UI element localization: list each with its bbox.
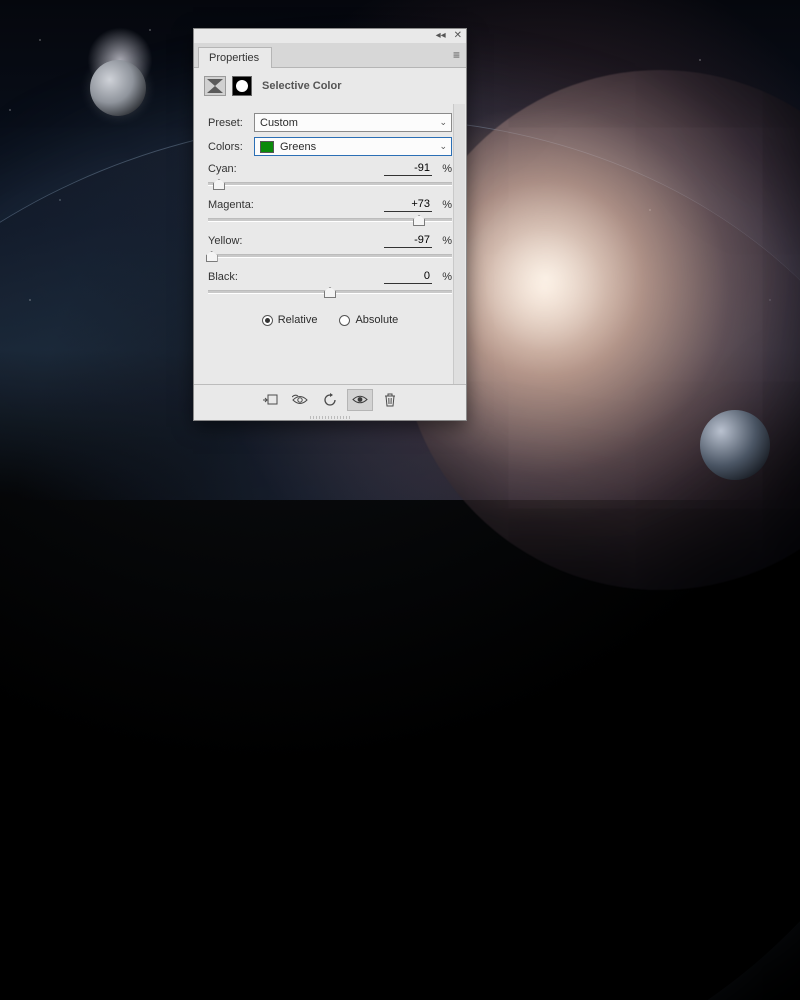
colors-select[interactable]: Greens ⌄ — [254, 137, 452, 156]
cyan-slider: Cyan: % — [208, 162, 452, 192]
preset-value: Custom — [260, 117, 298, 129]
magenta-slider: Magenta: % — [208, 198, 452, 228]
chevron-down-icon: ⌄ — [439, 141, 447, 152]
black-thumb[interactable] — [324, 287, 336, 298]
panel-body: Preset: Custom ⌄ Colors: Greens ⌄ Cyan: … — [194, 104, 466, 384]
panel-scrollbar[interactable] — [453, 104, 465, 384]
tab-properties[interactable]: Properties — [198, 47, 272, 68]
close-icon[interactable]: ✕ — [454, 31, 462, 41]
chevron-down-icon: ⌄ — [439, 117, 447, 128]
method-radios: Relative Absolute — [208, 314, 452, 326]
absolute-label: Absolute — [355, 314, 398, 326]
panel-tabs: Properties ≡ — [194, 43, 466, 68]
toggle-visibility-button[interactable] — [347, 389, 373, 411]
adjustment-header: Selective Color — [194, 68, 466, 104]
preset-select[interactable]: Custom ⌄ — [254, 113, 452, 132]
cyan-thumb[interactable] — [213, 179, 225, 190]
cyan-input[interactable] — [384, 162, 432, 176]
panel-resize-grip[interactable] — [194, 414, 466, 420]
colors-value: Greens — [280, 141, 316, 153]
background-planet-small — [700, 410, 770, 480]
panel-footer — [194, 384, 466, 414]
yellow-label: Yellow: — [208, 235, 384, 247]
clip-to-layer-button[interactable] — [257, 389, 283, 411]
adjustment-title: Selective Color — [262, 80, 341, 92]
relative-label: Relative — [278, 314, 318, 326]
yellow-track[interactable] — [208, 250, 452, 264]
colors-swatch — [260, 141, 274, 153]
colors-row: Colors: Greens ⌄ — [208, 137, 452, 156]
properties-panel: ◂◂ ✕ Properties ≡ Selective Color Preset… — [193, 28, 467, 421]
magenta-track[interactable] — [208, 214, 452, 228]
yellow-thumb[interactable] — [206, 251, 218, 262]
preset-row: Preset: Custom ⌄ — [208, 113, 452, 132]
colors-label: Colors: — [208, 141, 248, 153]
black-track[interactable] — [208, 286, 452, 300]
magenta-label: Magenta: — [208, 199, 384, 211]
cyan-track[interactable] — [208, 178, 452, 192]
magenta-input[interactable] — [384, 198, 432, 212]
yellow-input[interactable] — [384, 234, 432, 248]
yellow-unit: % — [438, 235, 452, 247]
cyan-label: Cyan: — [208, 163, 384, 175]
panel-titlebar[interactable]: ◂◂ ✕ — [194, 29, 466, 43]
preset-label: Preset: — [208, 117, 248, 129]
collapse-icon[interactable]: ◂◂ — [436, 31, 446, 41]
reset-button[interactable] — [317, 389, 343, 411]
relative-radio[interactable]: Relative — [262, 314, 318, 326]
black-input[interactable] — [384, 270, 432, 284]
cyan-unit: % — [438, 163, 452, 175]
radio-off-icon — [339, 315, 350, 326]
black-label: Black: — [208, 271, 384, 283]
layer-mask-icon[interactable] — [232, 76, 252, 96]
view-previous-state-button[interactable] — [287, 389, 313, 411]
magenta-unit: % — [438, 199, 452, 211]
black-unit: % — [438, 271, 452, 283]
magenta-thumb[interactable] — [413, 215, 425, 226]
panel-flyout-menu-icon[interactable]: ≡ — [453, 48, 460, 62]
radio-on-icon — [262, 315, 273, 326]
background-moon — [90, 60, 146, 116]
yellow-slider: Yellow: % — [208, 234, 452, 264]
absolute-radio[interactable]: Absolute — [339, 314, 398, 326]
delete-adjustment-button[interactable] — [377, 389, 403, 411]
selective-color-icon[interactable] — [204, 76, 226, 96]
black-slider: Black: % — [208, 270, 452, 300]
